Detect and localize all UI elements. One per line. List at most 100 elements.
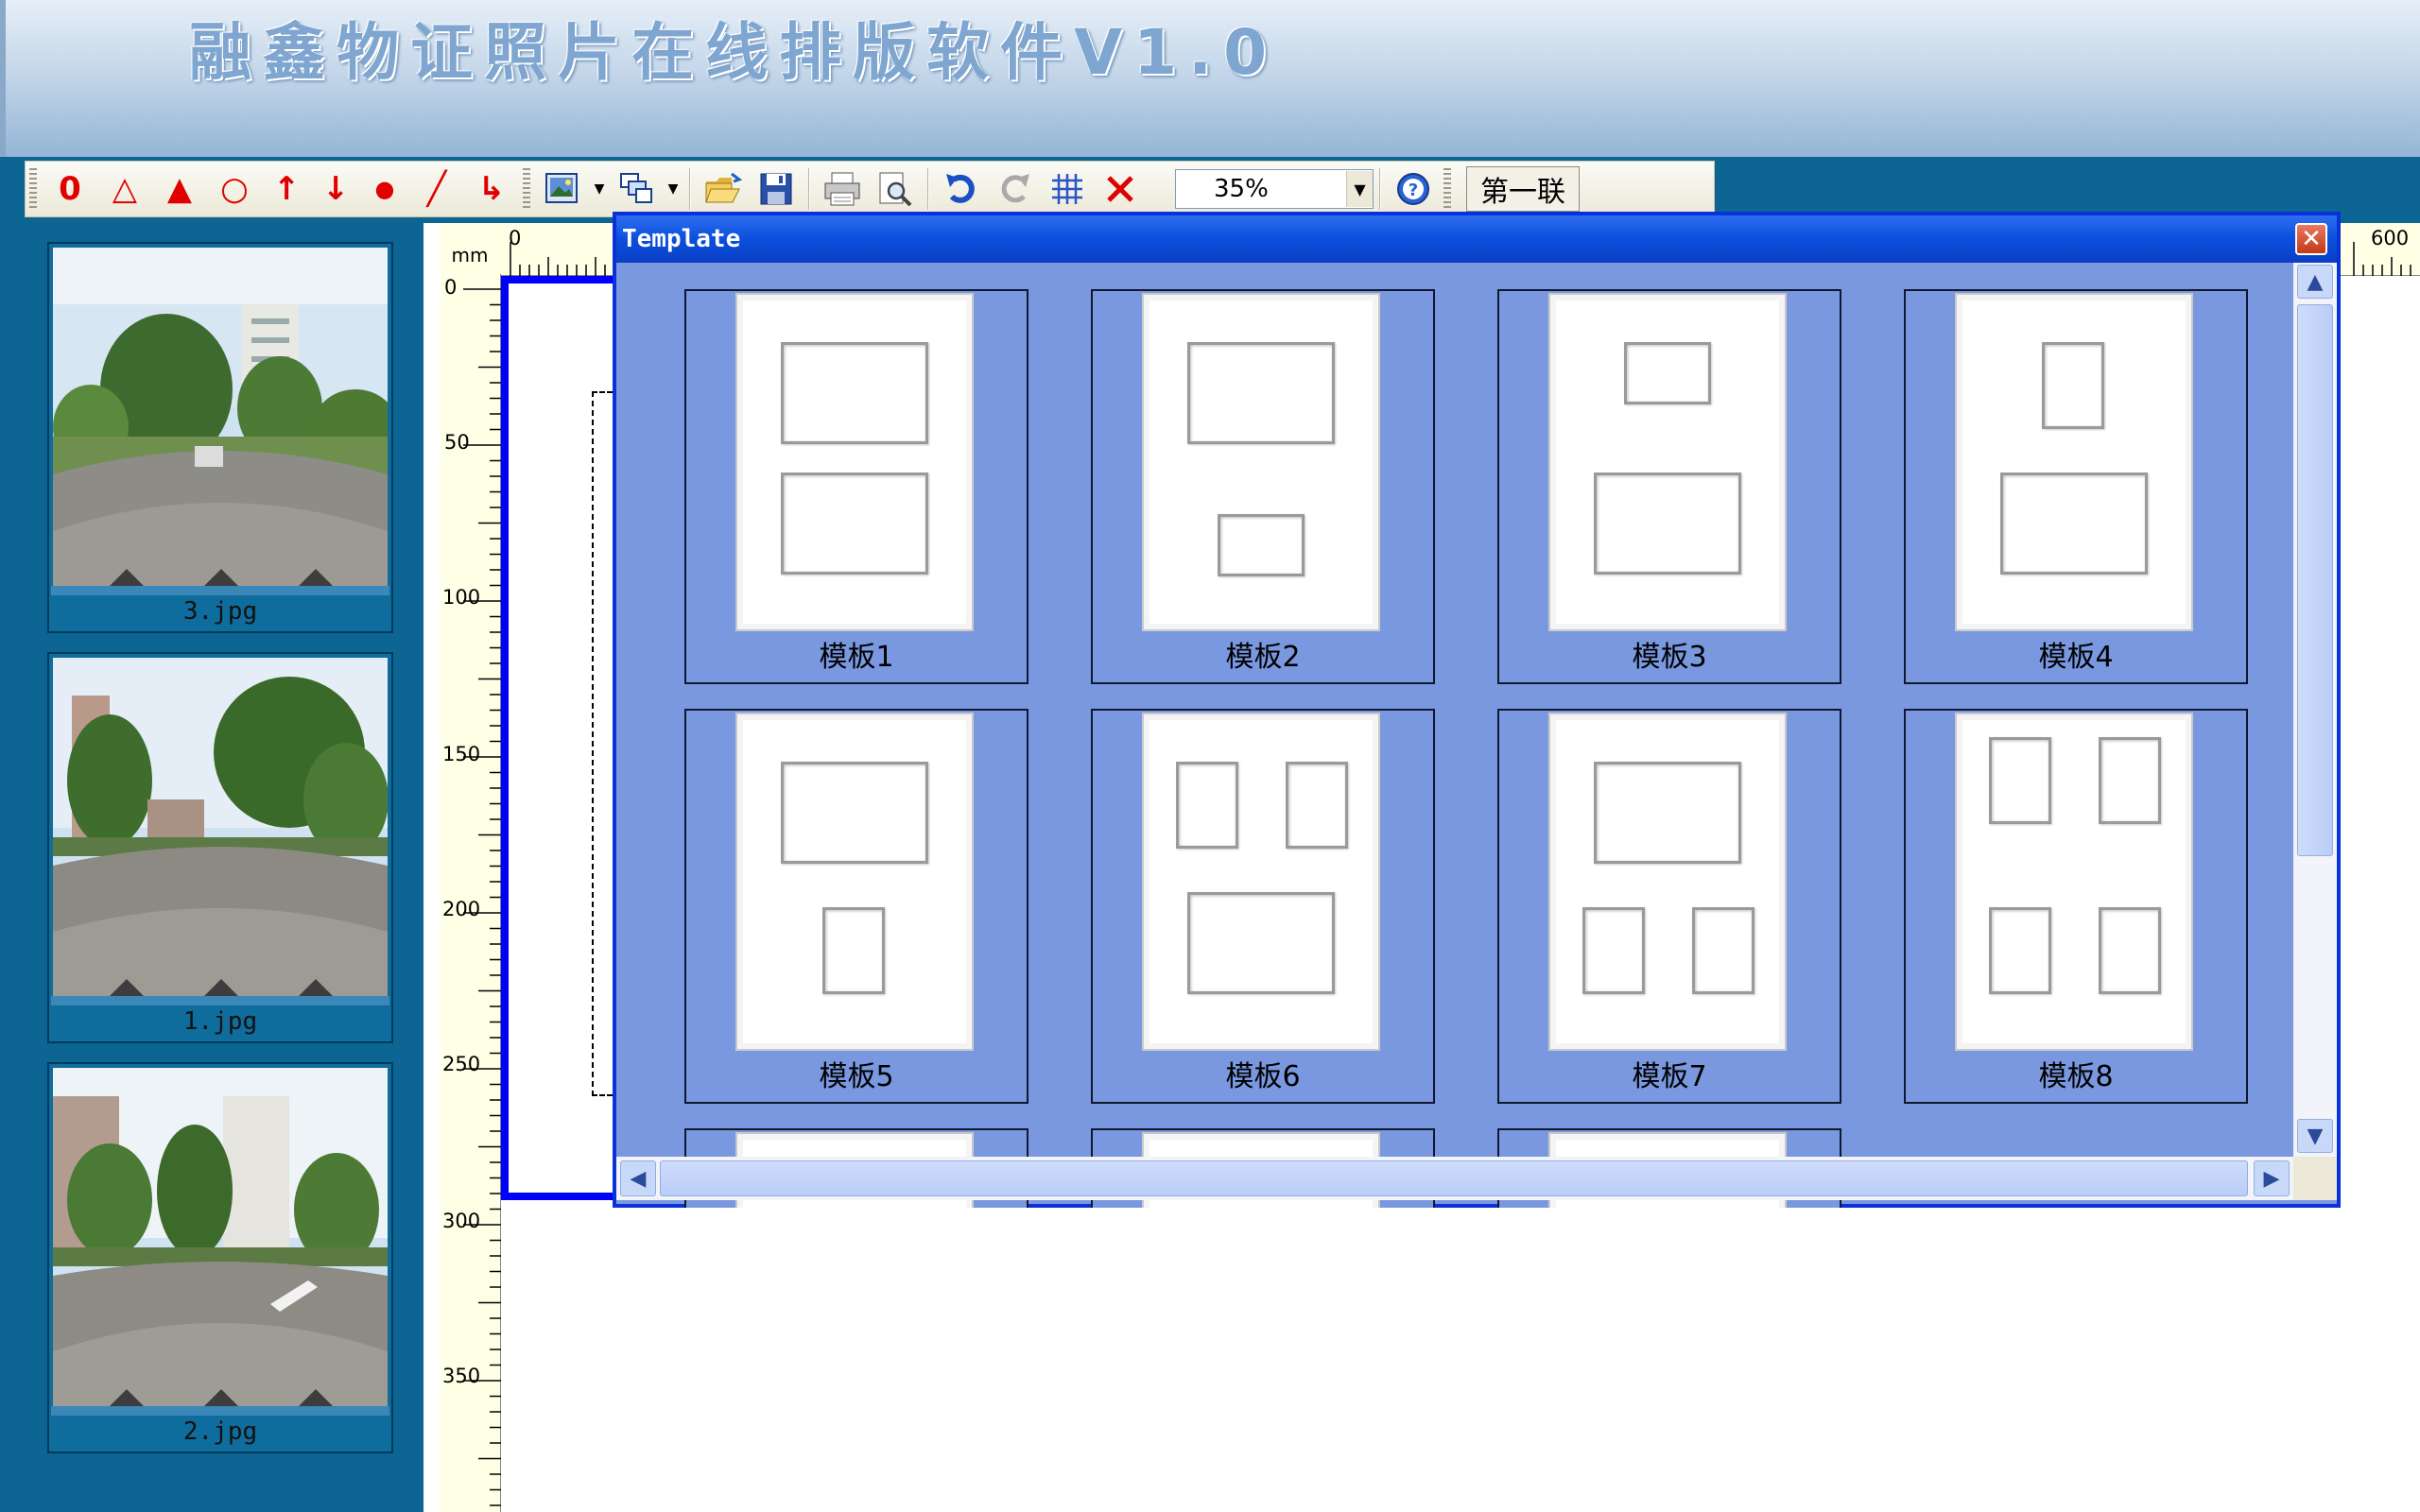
svg-text:?: ?: [1409, 180, 1418, 200]
open-folder-icon[interactable]: [697, 164, 750, 214]
photo-slot: [2000, 472, 2148, 575]
toolbar-separator: [808, 168, 810, 210]
ruler-label: 50: [444, 431, 470, 454]
template-card-7[interactable]: 模板7: [1497, 709, 1841, 1104]
toolbar-grip-2[interactable]: [523, 168, 530, 210]
thumbnail-item[interactable]: 1.jpg: [47, 652, 393, 1043]
insert-image-icon[interactable]: [536, 164, 589, 214]
panorama-photo: [53, 248, 388, 586]
template-label: 模板3: [1632, 641, 1707, 674]
template-card-3[interactable]: 模板3: [1497, 289, 1841, 684]
template-preview: [735, 713, 974, 1051]
scrollbar-thumb[interactable]: [2297, 304, 2333, 856]
vertical-scrollbar[interactable]: ▲ ▼: [2293, 263, 2337, 1157]
help-icon[interactable]: ?: [1387, 164, 1440, 214]
scroll-left-icon[interactable]: ◀: [620, 1160, 656, 1196]
template-label: 模板2: [1225, 641, 1301, 674]
zoom-select[interactable]: 35% ▼: [1175, 169, 1374, 209]
template-card-8[interactable]: 模板8: [1904, 709, 2248, 1104]
triangle-outline-tool-button[interactable]: △: [97, 164, 152, 214]
photo-slot: [781, 472, 928, 575]
template-preview: [1142, 713, 1380, 1051]
line-tool-button[interactable]: ╱: [409, 164, 464, 214]
redo-icon[interactable]: [988, 164, 1041, 214]
thumbnail-filename: 2.jpg: [182, 1418, 258, 1446]
template-preview: [735, 293, 974, 631]
elbow-arrow-tool-button[interactable]: ↳: [464, 164, 519, 214]
photo-slot: [2042, 342, 2104, 429]
first-copy-button[interactable]: 第一联: [1466, 166, 1580, 212]
ruler-label: 0: [444, 276, 458, 299]
template-label: 模板5: [819, 1060, 894, 1093]
toolbar-separator: [1379, 168, 1381, 210]
thumbnail-panel: 3.jpg 1.jpg 2.jpg: [9, 223, 422, 1512]
scrollbar-thumb[interactable]: [660, 1160, 2248, 1196]
template-preview: [1548, 713, 1787, 1051]
ruler-label: 600: [2371, 227, 2410, 249]
ellipse-tool-button[interactable]: 0: [43, 164, 97, 214]
layer-order-icon[interactable]: [610, 164, 663, 214]
horizontal-scrollbar[interactable]: ◀ ▶: [616, 1157, 2293, 1200]
insert-image-dropdown[interactable]: ▼: [589, 164, 610, 214]
thumbnail-strip: [51, 586, 389, 595]
template-preview: [1955, 713, 2193, 1051]
save-icon[interactable]: [750, 164, 803, 214]
chevron-down-icon[interactable]: ▼: [1346, 171, 1373, 207]
photo-slot: [1187, 342, 1335, 444]
photo-slot: [1989, 907, 2051, 994]
dialog-title: Template: [622, 225, 741, 253]
layer-order-dropdown[interactable]: ▼: [663, 164, 683, 214]
main-toolbar: 0 △ ▲ ○ ↑ ↓ ● ╱ ↳ ▼ ▼ 35% ▼ ? 第一联: [25, 161, 1715, 217]
photo-slot: [1594, 762, 1741, 864]
scroll-right-icon[interactable]: ▶: [2254, 1160, 2290, 1196]
delete-icon[interactable]: [1094, 164, 1147, 214]
print-preview-icon[interactable]: [869, 164, 922, 214]
dialog-title-bar[interactable]: Template ✕: [616, 215, 2337, 263]
template-label: 模板4: [2038, 641, 2114, 674]
template-preview: [1955, 293, 2193, 631]
template-card-6[interactable]: 模板6: [1091, 709, 1435, 1104]
scroll-up-icon[interactable]: ▲: [2297, 265, 2333, 299]
circle-tool-button[interactable]: ○: [207, 164, 262, 214]
ruler-label: 150: [442, 743, 481, 765]
arrow-up-tool-button[interactable]: ↑: [262, 164, 311, 214]
arrow-down-tool-button[interactable]: ↓: [311, 164, 360, 214]
toolbar-grip-3[interactable]: [1443, 168, 1451, 210]
thumbnail-item[interactable]: 3.jpg: [47, 242, 393, 633]
template-preview: [1548, 293, 1787, 631]
template-label: 模板6: [1225, 1060, 1301, 1093]
template-card-1[interactable]: 模板1: [684, 289, 1028, 684]
photo-slot: [781, 762, 928, 864]
triangle-filled-tool-button[interactable]: ▲: [152, 164, 207, 214]
photo-slot: [1218, 514, 1305, 576]
dot-tool-button[interactable]: ●: [360, 164, 409, 214]
template-preview: [1142, 293, 1380, 631]
photo-slot: [1187, 892, 1335, 994]
toolbar-separator: [689, 168, 691, 210]
photo-slot: [1176, 762, 1238, 849]
photo-slot: [1624, 342, 1711, 404]
template-card-4[interactable]: 模板4: [1904, 289, 2248, 684]
thumbnail-item[interactable]: 2.jpg: [47, 1062, 393, 1453]
template-label: 模板7: [1632, 1060, 1707, 1093]
photo-slot: [781, 342, 928, 444]
template-card-2[interactable]: 模板2: [1091, 289, 1435, 684]
close-icon[interactable]: ✕: [2295, 223, 2327, 255]
grid-icon[interactable]: [1041, 164, 1094, 214]
header-banner: 融鑫物证照片在线排版软件V1.0: [0, 0, 2420, 157]
print-icon[interactable]: [816, 164, 869, 214]
photo-slot: [1989, 737, 2051, 824]
app-window: 融鑫物证照片在线排版软件V1.0 0 △ ▲ ○ ↑ ↓ ● ╱ ↳ ▼ ▼ 3…: [0, 0, 2420, 1512]
scroll-down-icon[interactable]: ▼: [2297, 1119, 2333, 1153]
photo-slot: [1286, 762, 1348, 849]
template-card-5[interactable]: 模板5: [684, 709, 1028, 1104]
template-dialog: Template ✕ 模板1 模板2 模板3 模板4 模板5 模板6 模板7 模…: [613, 212, 2341, 1208]
ruler-label: 350: [442, 1365, 481, 1387]
toolbar-grip[interactable]: [29, 168, 37, 210]
undo-icon[interactable]: [935, 164, 988, 214]
panorama-photo: [53, 658, 388, 996]
dialog-resize-corner[interactable]: [2293, 1157, 2337, 1200]
thumbnail-strip: [51, 996, 389, 1005]
thumbnail-strip: [51, 1406, 389, 1416]
thumbnail-filename: 1.jpg: [182, 1007, 258, 1036]
